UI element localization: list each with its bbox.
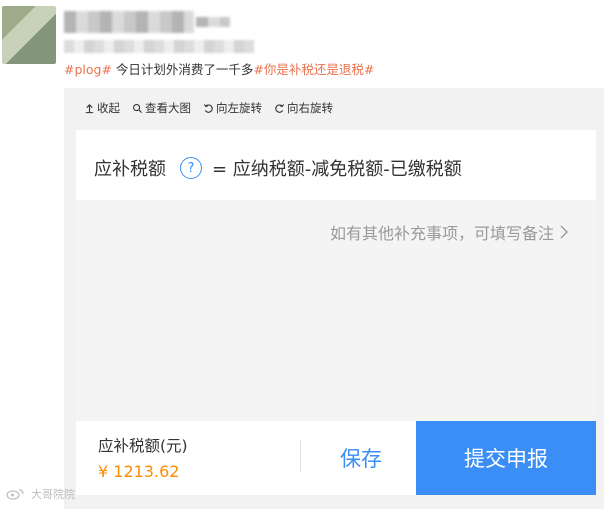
collapse-button[interactable]: 收起 [84,100,120,116]
author-name[interactable] [64,11,194,33]
topic-tag-tax[interactable]: #你是补税还是退税# [253,62,374,77]
submit-bar: 应补税额(元) ¥ 1213.62 保存 提交申报 [76,421,596,495]
avatar[interactable] [2,6,56,64]
tax-due-title: 应补税额 [94,159,166,180]
remark-text: 如有其他补充事项，可填写备注 [329,224,554,243]
image-toolbar: 收起 查看大图 向左旋转 向右旋转 [84,99,333,117]
rotate-right-label: 向右旋转 [287,101,333,115]
weibo-logo-icon [6,489,24,500]
help-icon[interactable]: ? [180,157,202,179]
divider [300,440,301,472]
due-amount-value: ¥ 1213.62 [98,462,180,481]
image-viewer: 收起 查看大图 向左旋转 向右旋转 应补税额 ? = 应纳税额-减免税额-已缴税… [64,88,604,509]
watermark: 大哥院院 [6,486,75,502]
tax-formula: 应补税额 ? = 应纳税额-减免税额-已缴税额 [94,155,462,181]
formula-section: 应补税额 ? = 应纳税额-减免税额-已缴税额 [76,130,596,200]
formula-text: = 应纳税额-减免税额-已缴税额 [212,159,462,180]
remark-link[interactable]: 如有其他补充事项，可填写备注 [330,220,570,244]
collapse-label: 收起 [97,101,120,115]
rotate-right-icon [275,103,285,113]
post-body: 今日计划外消费了一千多 [111,62,254,77]
author-name-badge [196,17,230,27]
rotate-right-button[interactable]: 向右旋转 [274,100,333,116]
post-meta [64,40,254,53]
rotate-left-button[interactable]: 向左旋转 [203,100,262,116]
rotate-left-icon [203,103,213,113]
view-large-label: 查看大图 [145,101,191,115]
rotate-left-label: 向左旋转 [216,101,262,115]
magnifier-icon [133,103,143,113]
submit-declaration-button[interactable]: 提交申报 [416,421,596,495]
topic-tag-plog[interactable]: #plog# [64,62,112,77]
collapse-icon [85,103,94,113]
save-button[interactable]: 保存 [306,421,416,495]
chevron-right-icon [560,225,568,239]
watermark-text: 大哥院院 [31,488,75,501]
tax-screenshot: 应补税额 ? = 应纳税额-减免税额-已缴税额 如有其他补充事项，可填写备注 应… [76,130,596,495]
post-text: #plog# 今日计划外消费了一千多#你是补税还是退税# [64,61,374,79]
view-large-button[interactable]: 查看大图 [132,100,191,116]
due-amount-label: 应补税额(元) [98,437,188,455]
